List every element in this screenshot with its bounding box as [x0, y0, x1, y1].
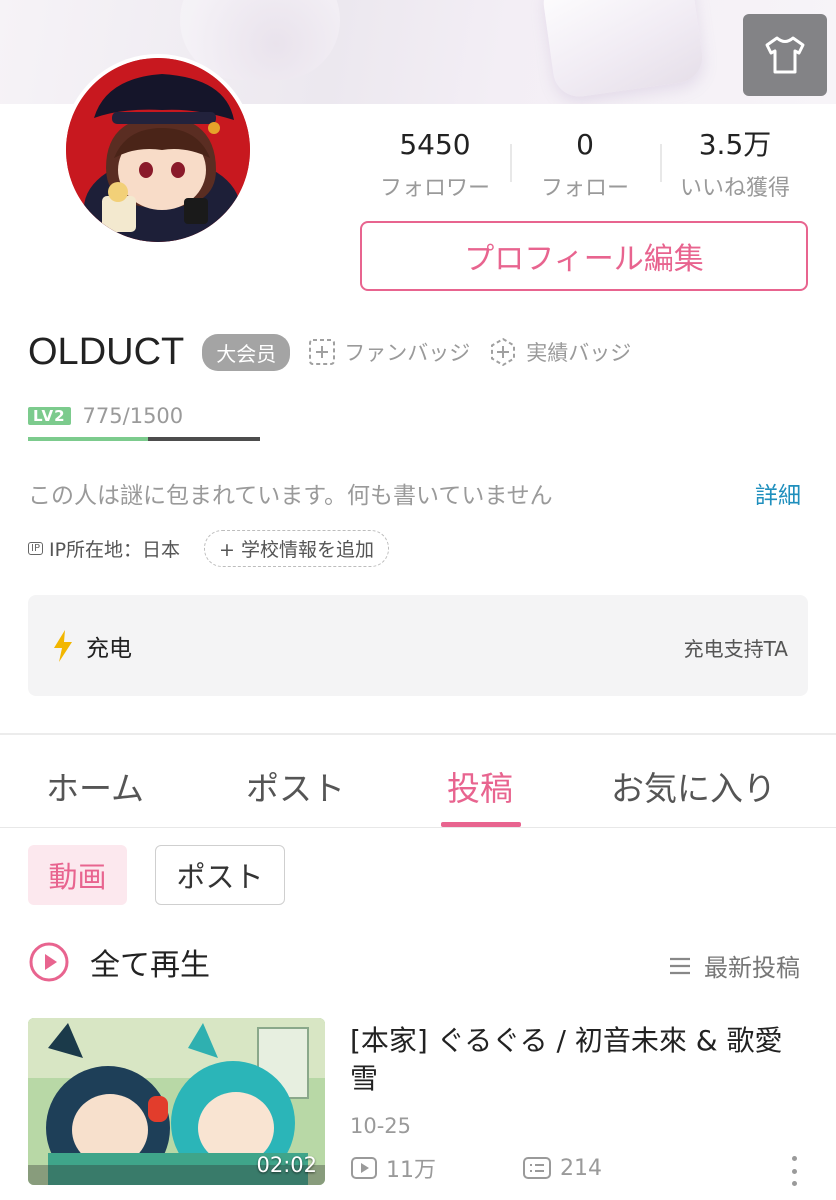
tabs-divider — [0, 827, 836, 828]
ip-location: IP所在地：日本 — [48, 539, 181, 561]
tab-post[interactable]: ポスト — [246, 762, 345, 810]
following-label: フォロー — [540, 176, 629, 201]
tshirt-icon — [765, 36, 805, 74]
video-list-item[interactable]: 02:02 [本家] ぐるぐる / 初音未來 & 歌愛雪 10-25 11万 2… — [28, 1018, 828, 1188]
likes-label: いいね獲得 — [679, 176, 790, 201]
achievement-badge-link[interactable]: 実績バッジ — [488, 337, 631, 367]
play-all-label: 全て再生 — [90, 948, 210, 983]
charge-support-link[interactable]: 充电支持TA — [684, 633, 788, 662]
exp-progress-bar — [28, 437, 260, 441]
vip-badge[interactable]: 大会员 — [202, 333, 291, 371]
followers-stat[interactable]: 5450 フォロワー — [360, 128, 510, 208]
video-comments-count: 214 — [560, 1155, 602, 1181]
tab-uploads[interactable]: 投稿 — [447, 762, 513, 810]
video-thumbnail[interactable]: 02:02 — [28, 1018, 325, 1185]
filter-post-chip[interactable]: ポスト — [155, 845, 285, 905]
likes-count: 3.5万 — [698, 128, 772, 161]
more-options-icon[interactable] — [788, 1156, 800, 1186]
video-duration: 02:02 — [256, 1153, 317, 1177]
detail-link[interactable]: 詳細 — [755, 476, 801, 510]
likes-stat[interactable]: 3.5万 いいね獲得 — [660, 128, 810, 208]
tab-home[interactable]: ホーム — [46, 762, 144, 810]
video-date: 10-25 — [350, 1114, 412, 1138]
video-meta: 11万 214 — [350, 1152, 602, 1184]
avatar[interactable] — [62, 54, 254, 246]
section-divider — [0, 733, 836, 735]
play-count-icon — [351, 1157, 377, 1179]
tshirt-button[interactable] — [743, 14, 827, 96]
comment-count-icon — [523, 1157, 551, 1179]
filter-video-chip[interactable]: 動画 — [28, 845, 127, 905]
add-badge-icon — [309, 339, 336, 365]
edit-profile-button[interactable]: プロフィール編集 — [360, 221, 808, 291]
video-title[interactable]: [本家] ぐるぐる / 初音未來 & 歌愛雪 — [350, 1022, 790, 1098]
charge-card[interactable]: 充电 充电支持TA — [28, 595, 808, 696]
followers-label: フォロワー — [379, 176, 490, 201]
fan-badge-label: ファンバッジ — [344, 341, 471, 365]
fan-badge-link[interactable]: ファンバッジ — [308, 337, 470, 367]
lightning-icon — [54, 630, 72, 662]
avatar-illustration — [66, 58, 250, 242]
sort-list-icon — [670, 957, 690, 974]
video-views: 11万 — [350, 1152, 436, 1184]
add-achievement-icon — [491, 337, 516, 367]
following-count: 0 — [576, 128, 594, 161]
sort-label: 最新投稿 — [704, 954, 800, 982]
banner-decoration — [540, 0, 706, 100]
bio-text: この人は謎に包まれています。何も書いていません — [28, 483, 553, 509]
add-school-button[interactable]: + 学校情報を追加 — [204, 530, 390, 567]
ip-icon: IP — [28, 542, 43, 555]
video-comments: 214 — [522, 1156, 602, 1181]
tab-favorites[interactable]: お気に入り — [611, 762, 776, 810]
level-tag: LV2 — [28, 407, 71, 425]
charge-label-group: 充电 — [52, 629, 132, 663]
sort-button[interactable]: 最新投稿 — [668, 948, 800, 983]
username: OLDUCT — [28, 330, 185, 373]
profile-stats: 5450 フォロワー 0 フォロー 3.5万 いいね獲得 — [360, 128, 810, 208]
play-all-button[interactable]: 全て再生 — [28, 940, 210, 984]
charge-label: 充电 — [86, 636, 132, 662]
level-row[interactable]: LV2 775/1500 — [28, 404, 183, 428]
exp-text: 775/1500 — [82, 404, 184, 428]
name-row: OLDUCT 大会员 ファンバッジ 実績バッジ — [28, 326, 631, 378]
achievement-badge-label: 実績バッジ — [526, 341, 632, 365]
video-views-count: 11万 — [386, 1158, 436, 1183]
followers-count: 5450 — [399, 128, 471, 161]
exp-progress-fill — [28, 437, 148, 441]
following-stat[interactable]: 0 フォロー — [510, 128, 660, 208]
profile-tabs: ホーム ポスト 投稿 お気に入り — [0, 740, 836, 826]
play-circle-icon — [29, 942, 69, 982]
ip-row: IP IP所在地：日本 + 学校情報を追加 — [28, 530, 390, 567]
